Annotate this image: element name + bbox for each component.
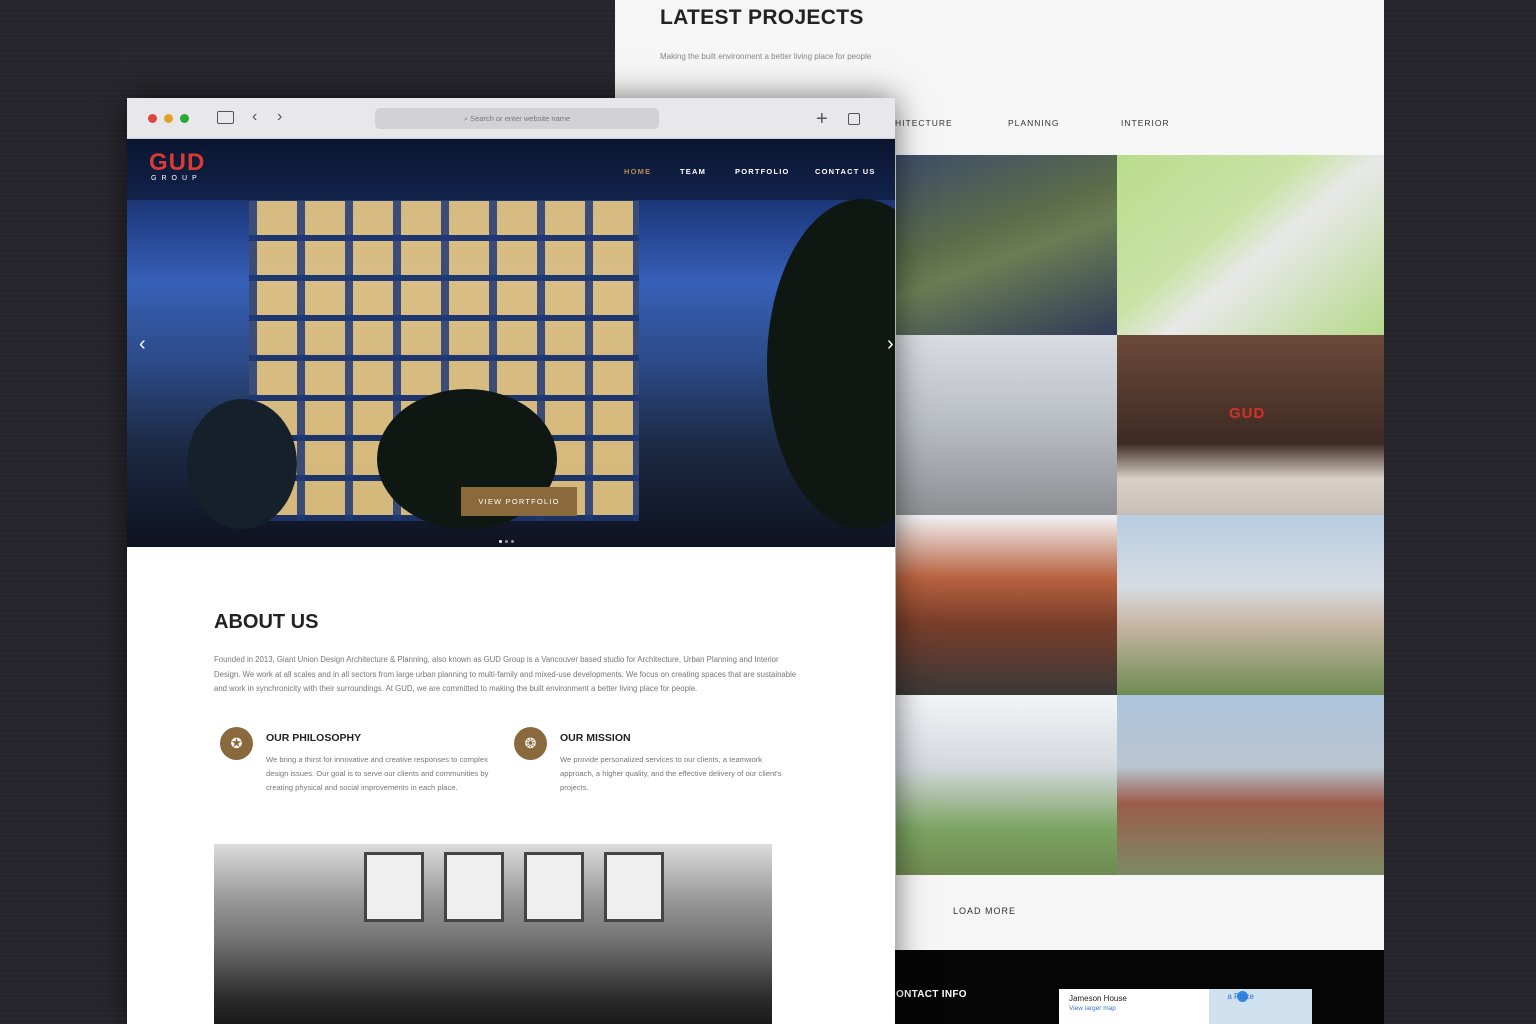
gud-logo[interactable]: GUD GROUP [149, 149, 206, 183]
project-tile[interactable] [1117, 695, 1384, 875]
load-more-button[interactable]: LOAD MORE [953, 906, 1016, 916]
about-title: ABOUT US [214, 611, 319, 633]
view-larger-map-link[interactable]: View larger map [1069, 1005, 1199, 1012]
slider-prev-icon[interactable]: ‹ [139, 333, 146, 356]
filter-architecture[interactable]: HITECTURE [895, 118, 953, 128]
forward-icon[interactable]: › [277, 109, 282, 125]
logo-wordmark: GUD [149, 149, 206, 176]
about-body: Founded in 2013, Giant Union Design Arch… [214, 655, 797, 693]
tree [767, 199, 895, 529]
back-icon[interactable]: ‹ [252, 109, 257, 125]
maximize-dot-icon[interactable] [180, 114, 189, 123]
mission-title: OUR MISSION [560, 732, 631, 744]
slider-dot[interactable] [505, 540, 508, 543]
view-portfolio-button[interactable]: VIEW PORTFOLIO [461, 487, 577, 516]
browser-window: ‹ › ⌕ Search or enter website name + GUD… [127, 98, 895, 1024]
map-embed[interactable]: Jameson House View larger map a Place [1059, 989, 1312, 1024]
logo-subtitle: GROUP [151, 175, 202, 182]
hero-slider: GUD GROUP HOME TEAM PORTFOLIO CONTACT US… [127, 139, 895, 547]
project-tile[interactable] [896, 695, 1117, 875]
slider-dot[interactable] [511, 540, 514, 543]
map-card: Jameson House View larger map [1059, 989, 1209, 1024]
project-tile[interactable] [1117, 155, 1384, 335]
project-grid: GUD [896, 155, 1384, 875]
laurel-icon: ✪ [220, 727, 253, 760]
tabs-overview-icon[interactable] [848, 113, 860, 125]
latest-projects-title: LATEST PROJECTS [660, 6, 864, 29]
map-place-name: Jameson House [1069, 994, 1127, 1003]
nav-contact[interactable]: CONTACT US [815, 167, 876, 176]
tree [187, 399, 297, 529]
project-tile[interactable]: GUD [1117, 335, 1384, 515]
project-tile[interactable] [896, 515, 1117, 695]
project-tile[interactable] [896, 155, 1117, 335]
browser-toolbar: ‹ › ⌕ Search or enter website name + [127, 98, 895, 139]
office-photo [214, 844, 772, 1024]
address-bar[interactable]: ⌕ Search or enter website name [375, 108, 659, 129]
map-place-label: a Place [1227, 992, 1254, 1001]
close-dot-icon[interactable] [148, 114, 157, 123]
project-tile[interactable] [1117, 515, 1384, 695]
filter-interior[interactable]: INTERIOR [1121, 118, 1170, 128]
address-placeholder: Search or enter website name [470, 114, 571, 123]
filter-planning[interactable]: PLANNING [1008, 118, 1059, 128]
latest-projects-subtitle: Making the built environment a better li… [660, 52, 872, 61]
sidebar-icon[interactable] [217, 111, 234, 124]
site-navbar: GUD GROUP HOME TEAM PORTFOLIO CONTACT US [127, 139, 895, 200]
contact-info-title: ONTACT INFO [896, 989, 967, 1000]
award-icon: ❂ [514, 727, 547, 760]
minimize-dot-icon[interactable] [164, 114, 173, 123]
new-tab-icon[interactable]: + [816, 109, 828, 129]
project-tile[interactable] [896, 335, 1117, 515]
slider-next-icon[interactable]: › [887, 333, 894, 356]
slider-dot[interactable] [499, 540, 502, 543]
slider-dots [499, 530, 525, 543]
nav-portfolio[interactable]: PORTFOLIO [735, 167, 790, 176]
nav-team[interactable]: TEAM [680, 167, 706, 176]
philosophy-body: We bring a thirst for innovative and cre… [266, 755, 489, 792]
nav-home[interactable]: HOME [624, 167, 651, 176]
office-sign: GUD [1229, 405, 1266, 422]
mission-body: We provide personalized services to our … [560, 755, 782, 792]
philosophy-title: OUR PHILOSOPHY [266, 732, 362, 744]
